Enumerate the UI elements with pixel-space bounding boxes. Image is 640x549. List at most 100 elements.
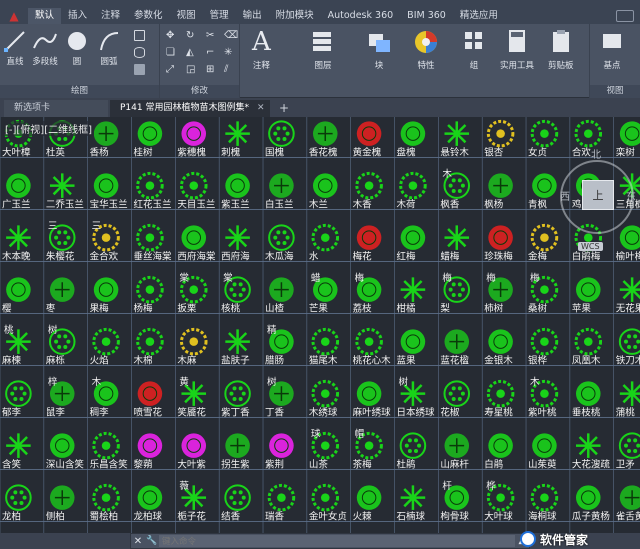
viewcube-north[interactable]: 北: [591, 146, 601, 161]
fillet-icon[interactable]: ⌐: [206, 47, 217, 58]
plant-symbol-icon[interactable]: [224, 380, 251, 407]
plant-symbol-icon[interactable]: [488, 329, 513, 354]
wrench-icon[interactable]: 🔧: [145, 536, 159, 546]
plant-symbol-icon[interactable]: [576, 433, 601, 458]
plant-symbol-icon[interactable]: [574, 327, 603, 356]
ellipse-icon[interactable]: [134, 47, 145, 58]
plant-symbol-icon[interactable]: [488, 173, 513, 198]
plant-symbol-icon[interactable]: [269, 277, 294, 302]
ribbon-tab[interactable]: 注释: [94, 8, 127, 24]
command-line[interactable]: ✕ 🔧 ▲: [130, 533, 530, 549]
plant-symbol-icon[interactable]: [488, 225, 513, 250]
plant-symbol-icon[interactable]: [137, 433, 163, 458]
plant-symbol-icon[interactable]: [311, 327, 340, 356]
ribbon-tab[interactable]: 参数化: [127, 8, 170, 24]
plant-symbol-icon[interactable]: [486, 119, 515, 148]
ribbon-tab[interactable]: 附加模块: [269, 8, 321, 24]
group-button[interactable]: 组: [462, 28, 486, 71]
plant-symbol-icon[interactable]: [225, 173, 250, 198]
viewcube[interactable]: 北 西 东 上 WCS: [554, 142, 640, 260]
ribbon-tab[interactable]: 输出: [236, 8, 269, 24]
plant-symbol-icon[interactable]: [576, 381, 601, 406]
plant-symbol-icon[interactable]: [93, 121, 119, 146]
plant-symbol-icon[interactable]: [399, 171, 427, 200]
plant-symbol-icon[interactable]: [356, 225, 382, 250]
ribbon-tab[interactable]: BIM 360: [400, 8, 453, 24]
plant-symbol-icon[interactable]: [93, 277, 119, 302]
ribbon-tab[interactable]: Autodesk 360: [321, 8, 401, 24]
plant-symbol-icon[interactable]: [92, 431, 120, 460]
plant-symbol-icon[interactable]: [93, 173, 119, 198]
arc-tool-button[interactable]: 圆弧: [98, 30, 120, 67]
array-icon[interactable]: ⊞: [206, 64, 217, 75]
plant-symbol-icon[interactable]: [225, 121, 250, 146]
plant-symbol-icon[interactable]: [355, 171, 383, 200]
view-panel-title[interactable]: 视图: [590, 85, 640, 98]
ribbon-tab[interactable]: 插入: [61, 8, 94, 24]
plant-symbol-icon[interactable]: [444, 121, 470, 146]
plant-symbol-icon[interactable]: [356, 381, 382, 406]
draw-panel-title[interactable]: 绘图: [0, 85, 159, 98]
rotate-icon[interactable]: ↻: [186, 30, 197, 41]
drawing-tab[interactable]: P141 常用园林植物苗木图例集* ✕: [110, 100, 270, 117]
plant-symbol-icon[interactable]: [92, 483, 120, 512]
plant-symbol-icon[interactable]: [400, 485, 426, 510]
hatch-icon[interactable]: [134, 64, 145, 75]
line-tool-button[interactable]: 直线: [4, 30, 26, 67]
plant-symbol-icon[interactable]: [444, 225, 470, 250]
explode-icon[interactable]: ✳: [224, 47, 235, 58]
mirror-icon[interactable]: ◭: [186, 47, 197, 58]
plant-symbol-icon[interactable]: [618, 432, 640, 459]
properties-button[interactable]: 特性: [412, 28, 440, 71]
plant-symbol-icon[interactable]: [530, 483, 559, 512]
modify-panel-title[interactable]: 修改: [160, 85, 239, 98]
viewcube-west[interactable]: 西: [560, 188, 570, 203]
plant-symbol-icon[interactable]: [181, 225, 207, 250]
plant-symbol-icon[interactable]: [576, 277, 601, 302]
plant-symbol-icon[interactable]: [400, 277, 426, 302]
erase-icon[interactable]: ⌫: [224, 30, 238, 41]
plant-symbol-icon[interactable]: [400, 121, 426, 146]
plant-symbol-icon[interactable]: [311, 223, 340, 252]
plant-symbol-icon[interactable]: [6, 277, 31, 302]
plant-symbol-icon[interactable]: [136, 275, 164, 304]
new-tab[interactable]: 新选项卡: [4, 100, 108, 117]
ribbon-tab[interactable]: 视图: [170, 8, 203, 24]
plant-symbol-icon[interactable]: [49, 173, 75, 198]
plant-symbol-icon[interactable]: [225, 433, 250, 458]
viewcube-face[interactable]: 上: [582, 180, 614, 210]
plant-symbol-icon[interactable]: [179, 171, 208, 200]
ribbon-minimize-icon[interactable]: [616, 10, 634, 22]
plant-symbol-icon[interactable]: [181, 433, 207, 458]
plant-symbol-icon[interactable]: [356, 485, 382, 510]
copy-icon[interactable]: ❏: [166, 47, 177, 58]
plant-symbol-icon[interactable]: [532, 433, 557, 458]
plant-symbol-icon[interactable]: [6, 173, 31, 198]
viewcube-east[interactable]: 东: [626, 188, 636, 203]
plant-symbol-icon[interactable]: [486, 379, 515, 408]
plant-symbol-icon[interactable]: [400, 225, 426, 250]
viewport-label[interactable]: [-][俯视][二维线框]: [3, 121, 95, 136]
plant-symbol-icon[interactable]: [444, 433, 470, 458]
plant-symbol-icon[interactable]: [443, 380, 471, 407]
plant-symbol-icon[interactable]: [136, 223, 164, 252]
plant-symbol-icon[interactable]: [311, 379, 340, 408]
plant-symbol-icon[interactable]: [356, 121, 382, 146]
plant-symbol-icon[interactable]: [136, 171, 164, 200]
plant-symbol-icon[interactable]: [399, 432, 427, 459]
plant-symbol-icon[interactable]: [576, 485, 601, 510]
plant-symbol-icon[interactable]: [619, 381, 640, 406]
plant-symbol-icon[interactable]: [268, 120, 295, 147]
plant-symbol-icon[interactable]: [268, 224, 295, 251]
plant-symbol-icon[interactable]: [137, 485, 163, 510]
plant-symbol-icon[interactable]: [49, 277, 75, 302]
plant-symbol-icon[interactable]: [269, 173, 294, 198]
plant-symbol-icon[interactable]: [619, 485, 640, 510]
plant-symbol-icon[interactable]: [400, 329, 426, 354]
add-tab-icon[interactable]: +: [276, 100, 292, 117]
plant-symbol-icon[interactable]: [5, 484, 32, 511]
ribbon-tab[interactable]: 精选应用: [453, 8, 505, 24]
plant-symbol-icon[interactable]: [312, 121, 338, 146]
plant-symbol-icon[interactable]: [6, 225, 31, 250]
plant-symbol-icon[interactable]: [136, 327, 164, 356]
